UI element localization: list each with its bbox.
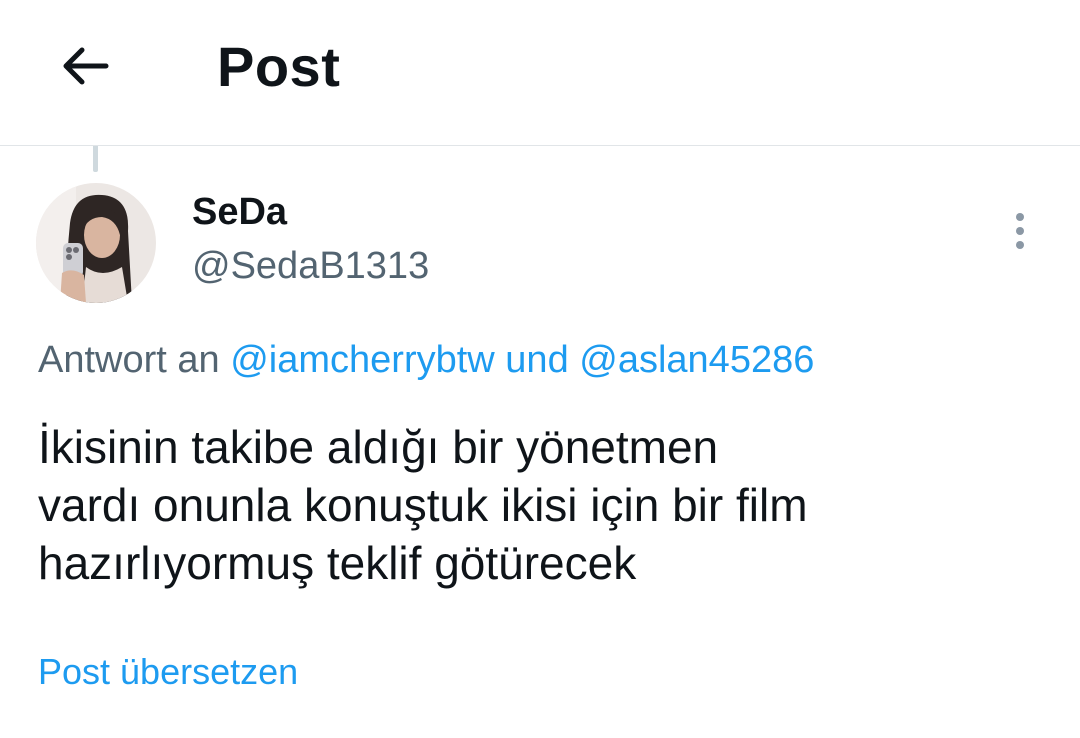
translate-post-link[interactable]: Post übersetzen: [38, 650, 298, 694]
thread-connector-line: [93, 146, 98, 172]
reply-conjunction: und: [505, 339, 569, 381]
tweet-text: İkisinin takibe aldığı bir yönetmen vard…: [38, 418, 1048, 592]
reply-context: Antwort an @iamcherrybtw und @aslan45286: [38, 337, 814, 383]
author-handle[interactable]: @SedaB1313: [192, 244, 429, 288]
avatar[interactable]: [36, 183, 156, 303]
tweet-text-line: vardı onunla konuştuk ikisi için bir fil…: [38, 479, 808, 531]
more-options-button[interactable]: [1000, 206, 1040, 256]
more-vertical-icon: [1016, 213, 1024, 221]
more-vertical-icon-dot: [1016, 227, 1024, 235]
tweet-text-line: hazırlıyormuş teklif götürecek: [38, 537, 637, 589]
top-bar: Post: [0, 0, 1080, 146]
mention-link[interactable]: @aslan45286: [579, 339, 814, 381]
avatar-photo: [36, 183, 156, 303]
more-vertical-icon-dot: [1016, 241, 1024, 249]
back-button[interactable]: [54, 36, 114, 96]
tweet-text-line: İkisinin takibe aldığı bir yönetmen: [38, 421, 719, 473]
reply-prefix: Antwort an: [38, 339, 220, 381]
mention-link[interactable]: @iamcherrybtw: [230, 339, 495, 381]
page-title: Post: [217, 35, 341, 98]
author-display-name[interactable]: SeDa: [192, 190, 287, 234]
arrow-left-icon: [63, 47, 109, 85]
